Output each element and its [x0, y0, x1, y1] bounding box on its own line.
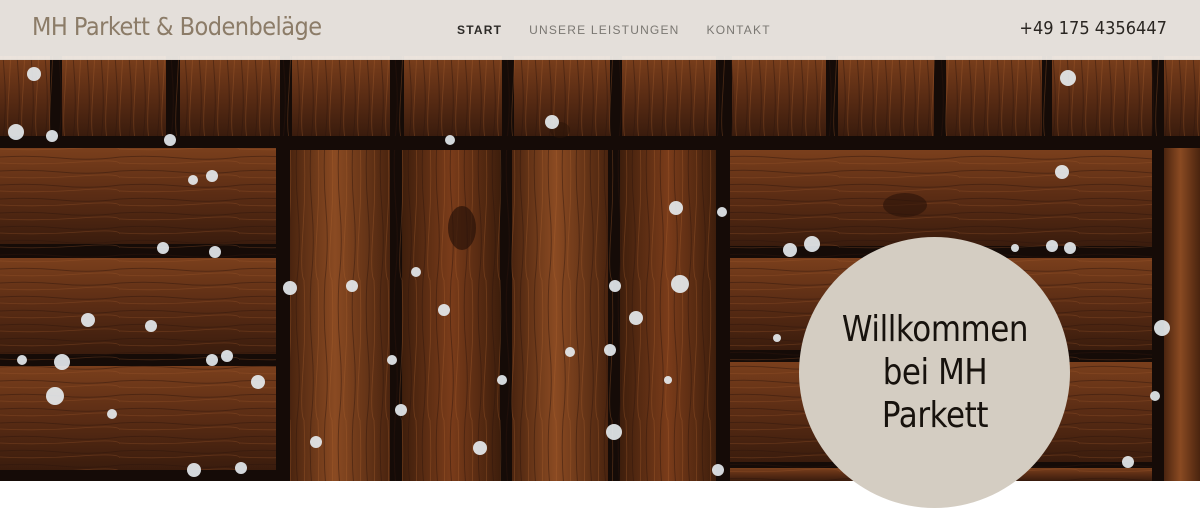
welcome-line-1: Willkommen: [841, 309, 1028, 350]
welcome-circle: Willkommen bei MH Parkett: [799, 237, 1070, 508]
site-header: MH Parkett & Bodenbeläge START UNSERE LE…: [0, 0, 1200, 60]
site-logo[interactable]: MH Parkett & Bodenbeläge: [32, 12, 322, 41]
main-nav: START UNSERE LEISTUNGEN KONTAKT: [457, 23, 798, 37]
welcome-heading: Willkommen bei MH Parkett: [836, 308, 1034, 437]
phone-number-link[interactable]: +49 175 4356447: [1019, 18, 1167, 39]
welcome-line-2: bei MH: [882, 352, 987, 393]
nav-unsere-leistungen[interactable]: UNSERE LEISTUNGEN: [529, 23, 679, 37]
nav-start[interactable]: START: [457, 23, 502, 37]
nav-kontakt[interactable]: KONTAKT: [707, 23, 771, 37]
welcome-line-3: Parkett: [881, 395, 988, 436]
